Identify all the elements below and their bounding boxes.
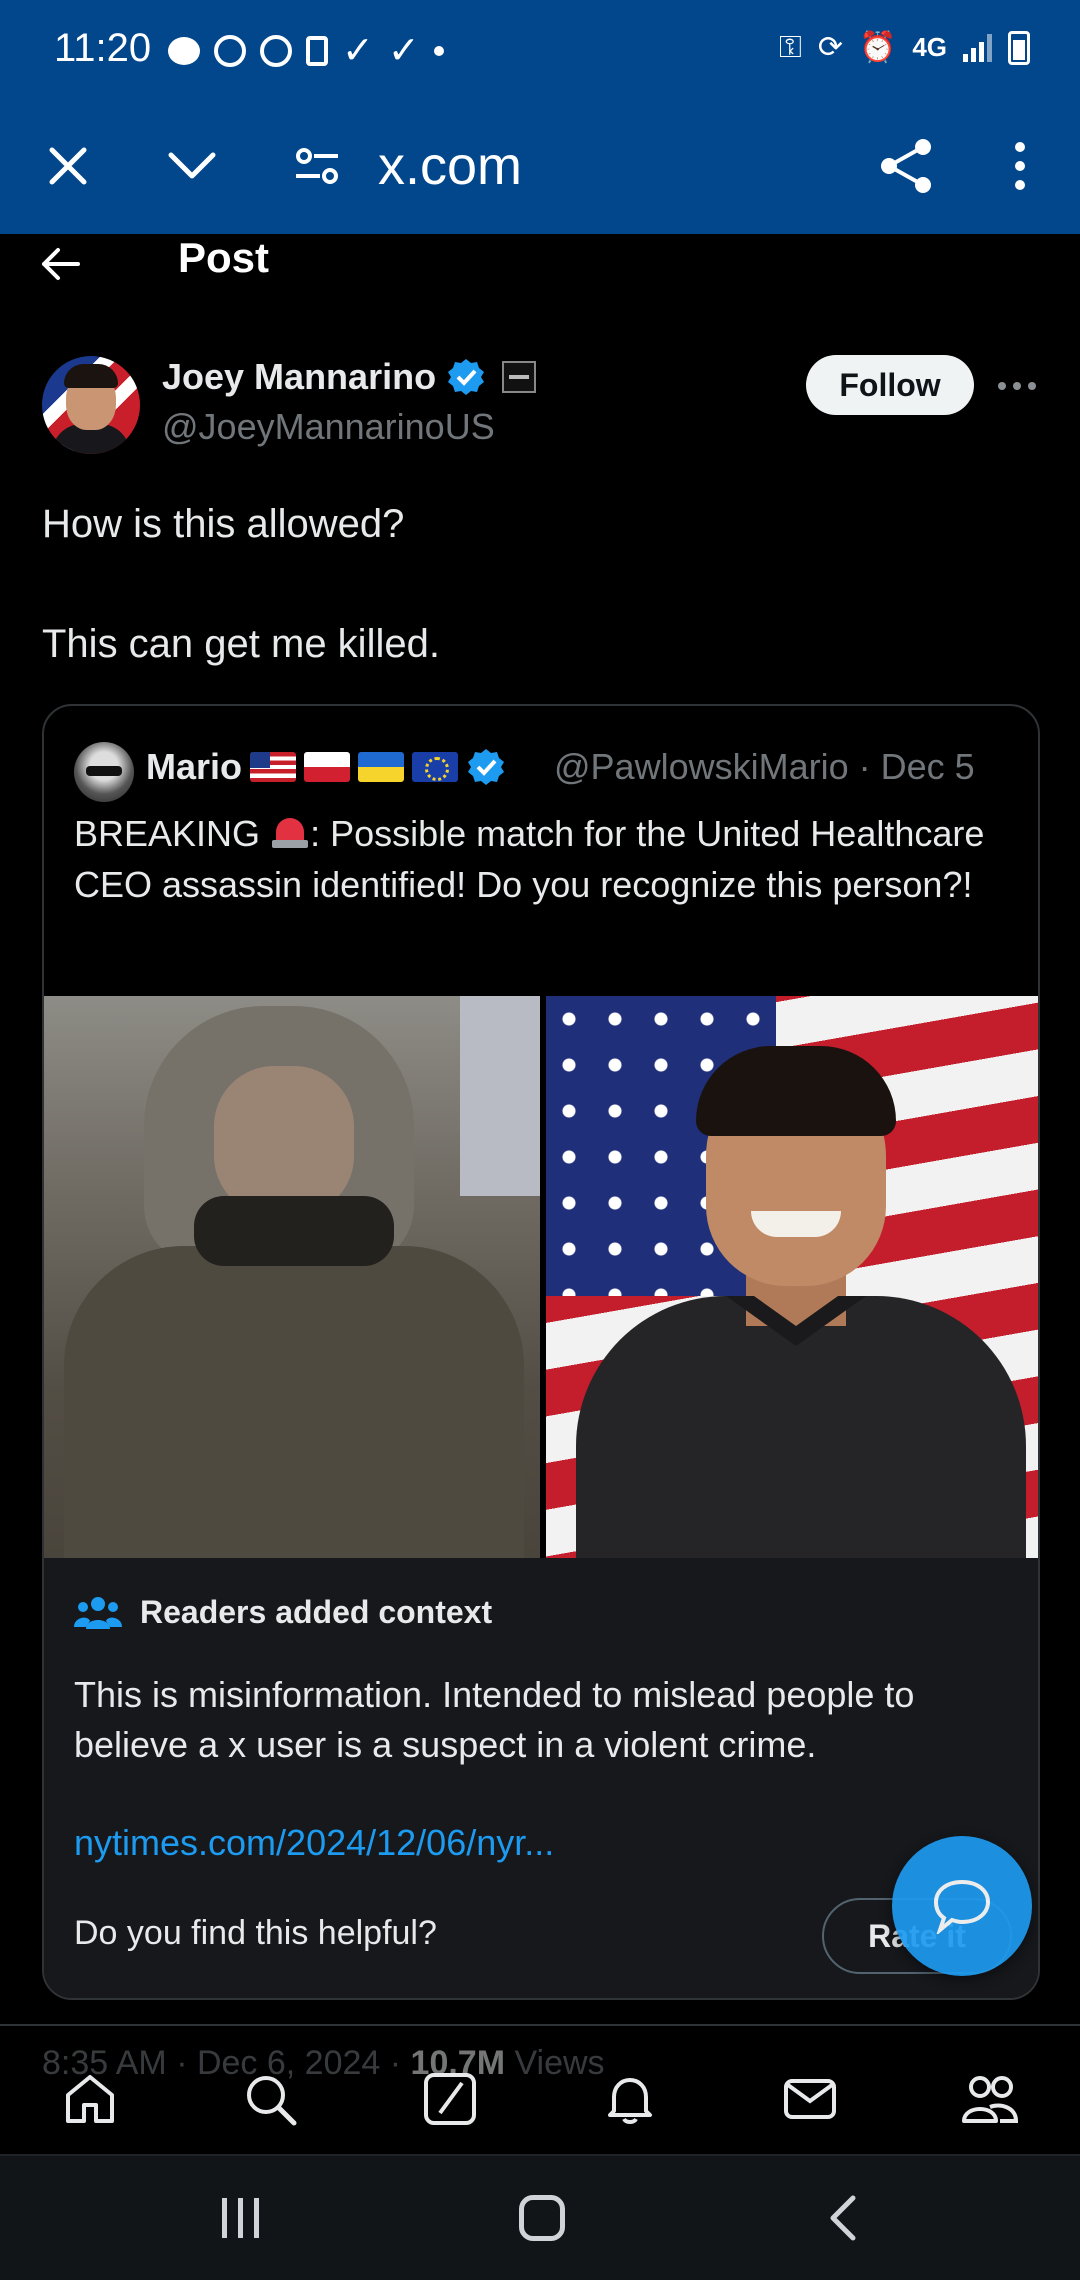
- messenger-icon: [260, 34, 292, 67]
- back-arrow-icon[interactable]: [40, 238, 80, 293]
- checkmark-icon: ✓: [342, 30, 374, 72]
- siren-emoji-icon: [270, 814, 310, 850]
- post-header: Post: [0, 234, 1080, 304]
- bottom-tab-bar: [0, 2044, 1080, 2154]
- verified-badge-icon: [468, 749, 505, 785]
- recent-apps-icon[interactable]: [210, 2188, 270, 2248]
- sync-icon: ⟳: [817, 31, 843, 64]
- status-time: 11:20: [54, 26, 152, 70]
- tab-communities[interactable]: [945, 2054, 1035, 2144]
- notifications-icon: [608, 2078, 652, 2124]
- notes-source-link[interactable]: nytimes.com/2024/12/06/nyr...: [74, 1822, 554, 1864]
- tab-messages[interactable]: [765, 2054, 855, 2144]
- avatar[interactable]: [42, 356, 140, 454]
- us-flag-icon: [250, 752, 297, 782]
- tab-notifications[interactable]: [585, 2054, 675, 2144]
- communities-icon: [962, 2076, 1019, 2123]
- quoted-author-row: Mario: [146, 746, 506, 788]
- system-navigation-bar: [0, 2154, 1080, 2280]
- chevron-down-icon[interactable]: [160, 130, 224, 202]
- grok-chat-button[interactable]: [892, 1836, 1032, 1976]
- chat-bubble-icon: [933, 1879, 991, 1934]
- post-text-line: This can get me killed.: [42, 622, 440, 666]
- site-settings-icon[interactable]: [285, 130, 349, 202]
- tab-home[interactable]: [45, 2054, 135, 2144]
- notes-header: Readers added context: [74, 1594, 492, 1631]
- checkmark-icon: ✓: [387, 30, 420, 72]
- quoted-text: BREAKING : Possible match for the United…: [74, 808, 1024, 910]
- affiliation-badge-icon[interactable]: [502, 361, 537, 393]
- battery-icon: [1008, 30, 1030, 65]
- author-handle[interactable]: @JoeyMannarinoUS: [162, 406, 495, 448]
- divider: [0, 2024, 1080, 2026]
- page-title: Post: [178, 234, 270, 281]
- author-name-row[interactable]: Joey Mannarino: [162, 356, 537, 398]
- author-name[interactable]: Joey Mannarino: [162, 356, 436, 398]
- notes-body: This is misinformation. Intended to misl…: [74, 1674, 915, 1765]
- verified-badge-icon: [448, 359, 485, 395]
- notification-icons: ✓ ✓: [168, 28, 444, 73]
- system-icons: ⚿ ⟳ ⏰ 4G: [779, 30, 1030, 65]
- more-vertical-icon[interactable]: [990, 130, 1050, 202]
- share-icon[interactable]: [870, 130, 942, 202]
- helpful-question: Do you find this helpful?: [74, 1914, 437, 1952]
- more-notifications-icon: [433, 45, 444, 56]
- camera-icon: [306, 35, 328, 66]
- messages-icon: [784, 2079, 836, 2119]
- alarm-icon: ⏰: [858, 31, 897, 64]
- quoted-text-prefix: BREAKING: [74, 813, 271, 854]
- notes-title: Readers added context: [140, 1594, 493, 1630]
- post-text-line: How is this allowed?: [42, 502, 405, 546]
- tab-search[interactable]: [225, 2054, 315, 2144]
- signal-icon: [963, 33, 992, 62]
- search-icon: [247, 2076, 297, 2126]
- quoted-handle-date: @PawlowskiMario · Dec 5: [554, 746, 975, 787]
- suspect-photo[interactable]: [44, 996, 540, 1558]
- vpn-key-icon: ⚿: [778, 30, 802, 64]
- ukraine-flag-icon: [358, 752, 405, 782]
- follow-button[interactable]: Follow: [806, 355, 974, 415]
- close-icon[interactable]: [36, 130, 100, 202]
- status-bar: 11:20 ✓ ✓ ⚿ ⟳ ⏰ 4G: [0, 0, 1080, 100]
- post-text: How is this allowed? This can get me kil…: [42, 494, 1042, 674]
- url-field[interactable]: x.com: [378, 130, 522, 202]
- chat-bubble-icon: [168, 36, 200, 65]
- quoted-avatar[interactable]: [74, 742, 134, 802]
- network-type-icon: 4G: [912, 32, 947, 62]
- community-notes: Readers added context This is misinforma…: [44, 1558, 1038, 1998]
- quoted-author-name: Mario: [146, 746, 243, 787]
- system-back-icon[interactable]: [812, 2188, 872, 2248]
- grok-icon: [424, 2073, 476, 2125]
- browser-toolbar: x.com: [0, 100, 1080, 234]
- portrait-photo[interactable]: [546, 996, 1038, 1558]
- tab-grok[interactable]: [405, 2054, 495, 2144]
- messenger-icon: [214, 34, 246, 67]
- poland-flag-icon: [304, 752, 351, 782]
- system-home-icon[interactable]: [514, 2188, 570, 2248]
- eu-flag-icon: [412, 752, 459, 782]
- people-icon: [74, 1596, 122, 1629]
- home-icon: [66, 2075, 114, 2123]
- more-options-icon[interactable]: [998, 366, 1036, 406]
- quoted-post-card[interactable]: Mario @PawlowskiMario · Dec 5 BREAKING :…: [42, 704, 1040, 2000]
